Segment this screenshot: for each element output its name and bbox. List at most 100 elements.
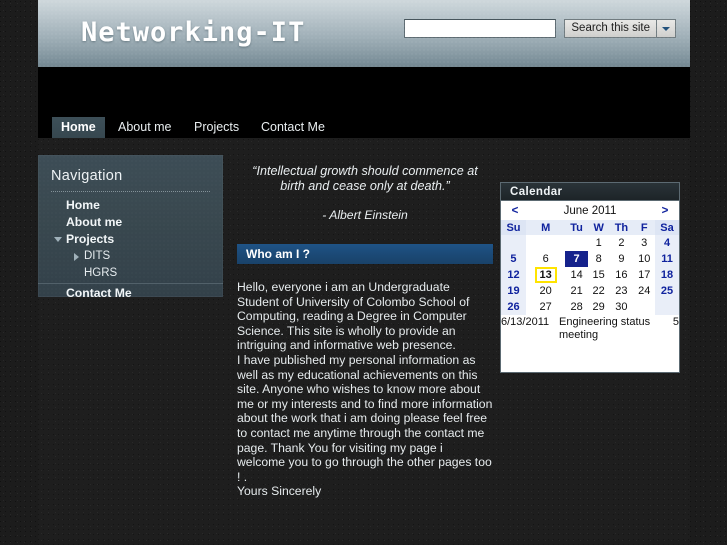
calendar-day-cell[interactable]: 11 bbox=[655, 251, 679, 267]
chevron-right-icon[interactable] bbox=[74, 253, 79, 261]
section-heading: Who am I ? bbox=[237, 244, 493, 264]
calendar-day-cell[interactable]: 17 bbox=[633, 267, 656, 283]
calendar-day-cell[interactable]: 16 bbox=[609, 267, 634, 283]
calendar-week-row: 5 6 7 8 9 10 11 bbox=[501, 251, 679, 267]
calendar-day-cell[interactable]: 25 bbox=[655, 283, 679, 299]
calendar-day-label: 13 bbox=[534, 267, 557, 283]
content-region: Navigation Home About me Projects DITS HGRS C… bbox=[38, 138, 690, 545]
search-area: Search this site bbox=[404, 19, 676, 38]
sidebar-item-label: HGRS bbox=[84, 267, 118, 279]
quote-text: “Intellectual growth should commence at … bbox=[252, 164, 478, 193]
tab-projects[interactable]: Projects bbox=[185, 117, 248, 138]
calendar-day-cell[interactable]: 12 bbox=[501, 267, 526, 283]
nav-band: Home About me Projects Contact Me bbox=[38, 67, 690, 138]
sidebar-item-projects[interactable]: Projects bbox=[38, 231, 223, 248]
calendar-header-row: Su M Tu W Th F Sa bbox=[501, 220, 679, 235]
calendar-day-cell[interactable]: 29 bbox=[587, 299, 610, 315]
tab-bar: Home About me Projects Contact Me bbox=[38, 67, 690, 138]
calendar-events: 6/13/2011 Engineering status meeting 5 bbox=[501, 315, 679, 342]
sidebar-item-label: About me bbox=[66, 215, 123, 229]
main-column: “Intellectual growth should commence at … bbox=[237, 164, 493, 499]
navigation-list: Home About me Projects DITS HGRS Contact Me bbox=[38, 197, 223, 303]
calendar-day-cell[interactable]: 7 bbox=[565, 251, 588, 267]
calendar-day-cell[interactable]: 27 bbox=[525, 299, 566, 315]
calendar-day-cell[interactable]: 24 bbox=[633, 283, 656, 299]
calendar-day-cell[interactable]: 28 bbox=[565, 299, 588, 315]
calendar-day-cell[interactable]: 20 bbox=[525, 283, 566, 299]
calendar-week-row: 26 27 28 29 30 bbox=[501, 299, 679, 315]
calendar-day-cell[interactable]: 19 bbox=[501, 283, 526, 299]
calendar-events-body: 6/13/2011 Engineering status meeting 5 bbox=[501, 316, 679, 342]
calendar-week-row: 19 20 21 22 23 24 25 bbox=[501, 283, 679, 299]
calendar-day-cell[interactable]: 3 bbox=[633, 235, 656, 251]
calendar-month-label: June 2011 bbox=[563, 204, 617, 217]
calendar-weekday-header: Sa bbox=[655, 220, 679, 235]
calendar-day-cell bbox=[501, 235, 526, 251]
signoff-text: Yours Sincerely bbox=[237, 484, 322, 499]
calendar-day-cell[interactable]: 22 bbox=[587, 283, 610, 299]
caret-down-icon bbox=[662, 26, 670, 31]
calendar-grid: Su M Tu W Th F Sa 1 2 3 4 5 6 7 8 9 10 11 12 13 14 15 16 17 18 1… bbox=[501, 220, 679, 315]
page-frame: Networking-IT Search this site Home About… bbox=[38, 0, 690, 545]
sidebar-item-label: DITS bbox=[84, 250, 111, 262]
calendar-weekday-header: Tu bbox=[565, 220, 588, 235]
calendar-day-cell[interactable]: 21 bbox=[565, 283, 588, 299]
calendar-weekday-header: F bbox=[633, 220, 656, 235]
calendar-nav: < June 2011 > bbox=[501, 201, 679, 220]
search-dropdown-button[interactable] bbox=[656, 19, 676, 38]
calendar-next-button[interactable]: > bbox=[657, 205, 673, 217]
calendar-week-row: 1234 bbox=[501, 235, 679, 251]
calendar-day-cell[interactable]: 8 bbox=[587, 251, 610, 267]
quote-author: - Albert Einstein bbox=[322, 208, 408, 222]
calendar-day-cell[interactable]: 18 bbox=[655, 267, 679, 283]
site-banner: Networking-IT Search this site bbox=[38, 0, 690, 67]
calendar-prev-button[interactable]: < bbox=[507, 205, 523, 217]
calendar-day-cell[interactable]: 30 bbox=[609, 299, 634, 315]
search-input[interactable] bbox=[404, 19, 557, 38]
sidebar-item-dits[interactable]: DITS bbox=[38, 248, 223, 265]
calendar-day-cell[interactable]: 2 bbox=[609, 235, 634, 251]
calendar-day-cell[interactable]: 4 bbox=[655, 235, 679, 251]
tab-contact-me[interactable]: Contact Me bbox=[252, 117, 334, 138]
calendar-day-cell[interactable]: 6 bbox=[525, 251, 566, 267]
calendar-day-cell bbox=[525, 235, 566, 251]
calendar-week-row: 12 13 14 15 16 17 18 bbox=[501, 267, 679, 283]
calendar-weekday-header: Th bbox=[609, 220, 634, 235]
calendar-event-title: Engineering status meeting bbox=[559, 316, 651, 341]
calendar-day-cell[interactable]: 1 bbox=[587, 235, 610, 251]
calendar-day-cell[interactable]: 5 bbox=[501, 251, 526, 267]
calendar-day-cell bbox=[565, 235, 588, 251]
calendar-weekday-header: W bbox=[587, 220, 610, 235]
sidebar-item-contact-me[interactable]: Contact Me bbox=[38, 283, 223, 303]
sidebar-item-hgrs[interactable]: HGRS bbox=[38, 265, 223, 282]
body-paragraph-1: Hello, everyone i am an Undergraduate St… bbox=[237, 280, 470, 353]
calendar-day-cell[interactable]: 13 bbox=[525, 267, 566, 283]
chevron-down-icon[interactable] bbox=[54, 237, 62, 242]
search-submit-button[interactable]: Search this site bbox=[564, 19, 656, 38]
calendar-day-cell bbox=[633, 299, 656, 315]
sidebar-item-label: Contact Me bbox=[66, 286, 132, 300]
tab-about-me[interactable]: About me bbox=[109, 117, 181, 138]
calendar-day-cell[interactable]: 15 bbox=[587, 267, 610, 283]
calendar-widget: Calendar < June 2011 > Su M Tu W Th F Sa 12345… bbox=[500, 182, 680, 373]
calendar-day-cell[interactable]: 14 bbox=[565, 267, 588, 283]
sidebar-item-label: Projects bbox=[66, 232, 115, 246]
calendar-grid-body: 1 2 3 4 5 6 7 8 9 10 11 12 13 14 15 16 17 18 19 20 21 22 23 24 2… bbox=[501, 235, 679, 315]
calendar-body: < June 2011 > Su M Tu W Th F Sa 1 2 3 4 5 6 7 8 9 10 11 1… bbox=[501, 201, 679, 372]
calendar-day-cell[interactable]: 9 bbox=[609, 251, 634, 267]
calendar-day-cell[interactable]: 10 bbox=[633, 251, 656, 267]
calendar-event-date: 6/13/2011 bbox=[501, 316, 550, 328]
calendar-day-cell[interactable]: 23 bbox=[609, 283, 634, 299]
calendar-weekday-header: M bbox=[525, 220, 566, 235]
body-text: Hello, everyone i am an Undergraduate St… bbox=[237, 280, 493, 499]
calendar-event-row[interactable]: 6/13/2011 Engineering status meeting 5 bbox=[501, 316, 679, 342]
navigation-sidebar: Navigation Home About me Projects DITS HGRS C… bbox=[38, 155, 223, 300]
navigation-title: Navigation bbox=[51, 168, 123, 184]
sidebar-item-about-me[interactable]: About me bbox=[38, 214, 223, 231]
tab-home[interactable]: Home bbox=[52, 117, 105, 138]
calendar-day-cell[interactable]: 26 bbox=[501, 299, 526, 315]
body-paragraph-2: I have published my personal information… bbox=[237, 352, 493, 484]
sidebar-item-home[interactable]: Home bbox=[38, 197, 223, 214]
calendar-filler bbox=[501, 342, 679, 372]
site-title: Networking-IT bbox=[81, 17, 306, 48]
